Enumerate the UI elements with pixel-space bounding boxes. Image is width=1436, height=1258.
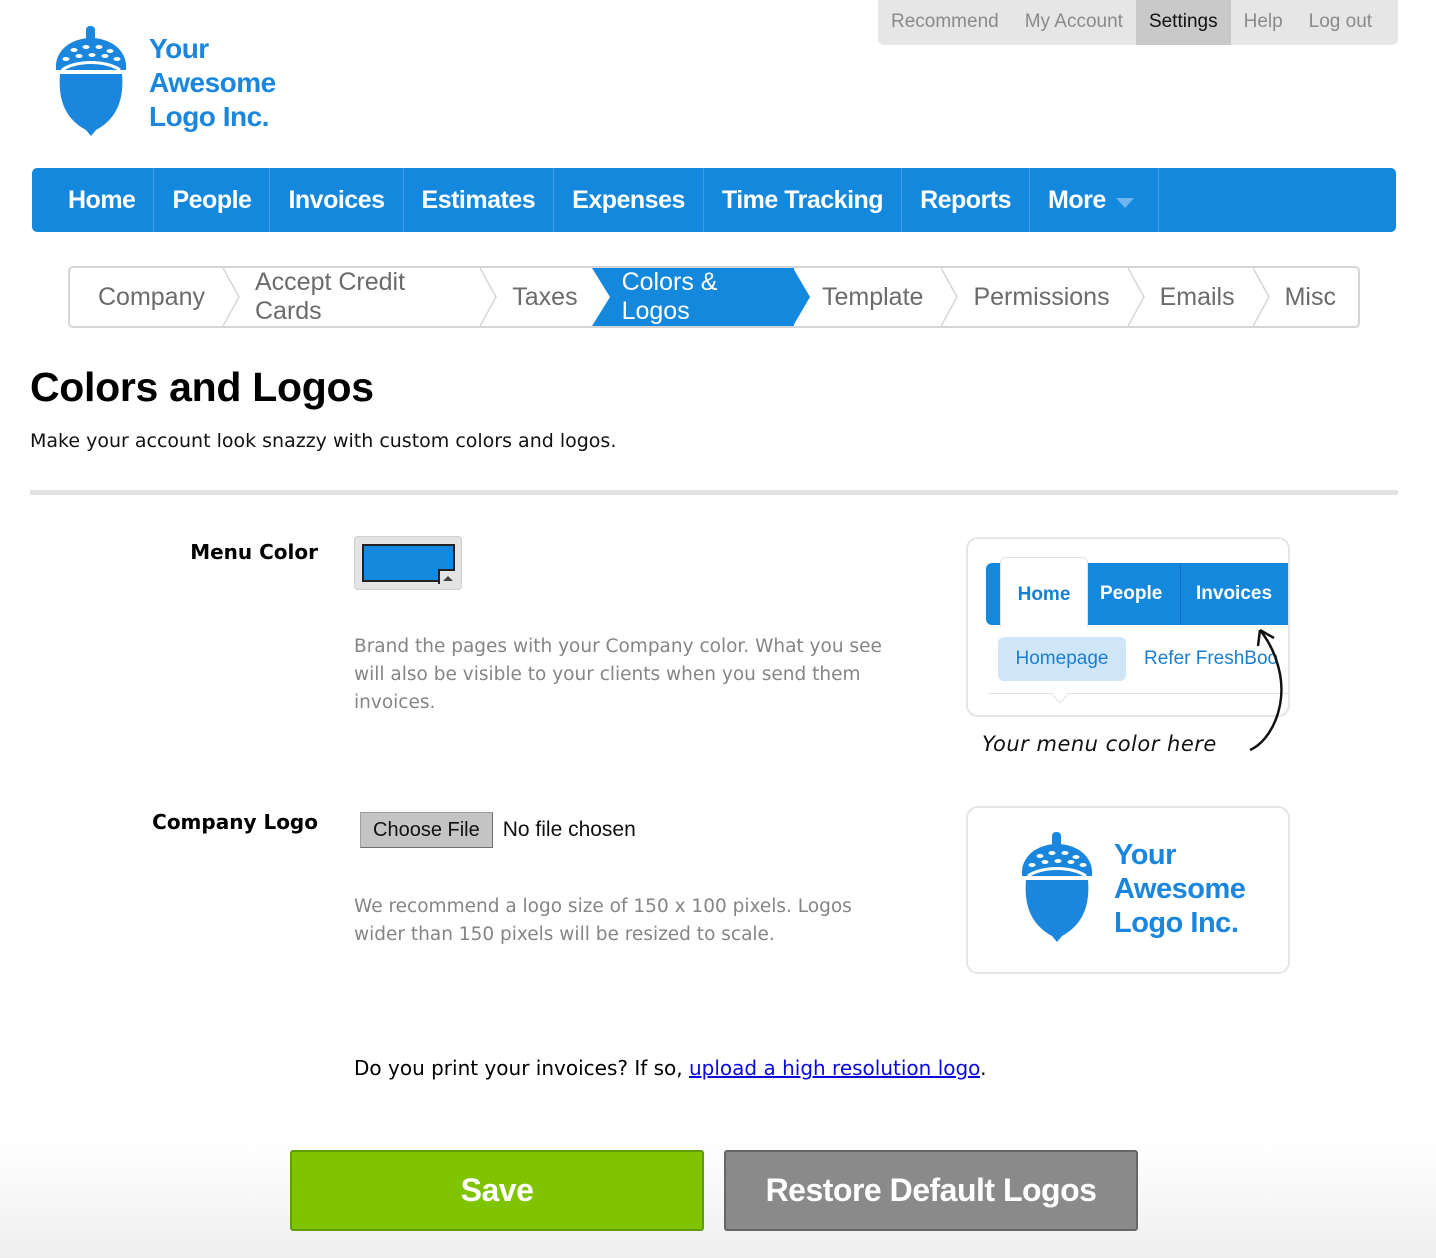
tab-arrow-right — [792, 268, 810, 326]
logo-text: Your Awesome Logo Inc. — [149, 33, 276, 132]
file-status: No file chosen — [502, 818, 636, 841]
nav-people[interactable]: People — [154, 168, 271, 232]
logo-preview: Your Awesome Logo Inc. — [966, 806, 1290, 974]
preview-nav-home: Home — [1000, 557, 1088, 627]
menu-color-help: Brand the pages with your Company color.… — [354, 636, 882, 713]
tab-template[interactable]: Template — [794, 268, 959, 326]
print-note: Do you print your invoices? If so, uploa… — [354, 1056, 987, 1080]
tab-colors-logos[interactable]: Colors & Logos — [591, 268, 810, 326]
util-nav-recommend[interactable]: Recommend — [878, 0, 1012, 45]
save-button[interactable]: Save — [290, 1150, 704, 1231]
tab-arrow-left — [591, 268, 610, 326]
company-logo[interactable]: Your Awesome Logo Inc. — [52, 26, 302, 138]
caret-down-icon — [1115, 198, 1134, 208]
tab-separator — [480, 268, 498, 326]
nav-reports[interactable]: Reports — [902, 168, 1031, 232]
util-nav-settings[interactable]: Settings — [1135, 0, 1231, 45]
preview-nav-separator — [1180, 563, 1181, 625]
tab-emails[interactable]: Emails — [1132, 268, 1270, 326]
restore-default-logos-button[interactable]: Restore Default Logos — [724, 1150, 1138, 1231]
util-nav-help[interactable]: Help — [1231, 0, 1296, 45]
utility-nav: Recommend My Account Settings Help Log o… — [878, 0, 1398, 45]
preview-nav-invoices: Invoices — [1196, 583, 1273, 604]
tab-separator — [941, 268, 959, 326]
preview-sub-homepage: Homepage — [998, 637, 1126, 681]
page-subtitle: Make your account look snazzy with custo… — [30, 430, 617, 452]
company-logo-label: Company Logo — [152, 810, 318, 834]
preview-nav-people: People — [1100, 583, 1163, 604]
menu-color-picker[interactable] — [354, 536, 462, 590]
nav-home[interactable]: Home — [32, 168, 155, 232]
company-logo-help: We recommend a logo size of 150 x 100 pi… — [354, 896, 852, 945]
preview-caption: Your menu color here — [982, 732, 1217, 756]
nav-more-label: More — [1048, 185, 1106, 214]
logo-preview-image: Your Awesome Logo Inc. — [1018, 832, 1278, 952]
tab-accept-credit-cards[interactable]: Accept Credit Cards — [227, 268, 498, 326]
tab-separator — [1127, 268, 1145, 326]
tab-permissions[interactable]: Permissions — [945, 268, 1145, 326]
tab-misc[interactable]: Misc — [1257, 268, 1358, 326]
tab-separator — [1252, 268, 1270, 326]
page-title: Colors and Logos — [30, 364, 374, 410]
tab-company[interactable]: Company — [70, 268, 240, 326]
util-nav-my-account[interactable]: My Account — [1012, 0, 1136, 45]
util-nav-logout[interactable]: Log out — [1296, 0, 1385, 45]
section-divider — [30, 490, 1398, 495]
curved-arrow-icon — [1249, 628, 1283, 752]
main-nav: Home People Invoices Estimates Expenses … — [32, 168, 1396, 232]
acorn-icon — [1021, 832, 1093, 942]
tab-taxes[interactable]: Taxes — [484, 268, 591, 326]
logo-file-input[interactable]: Choose File No file chosen — [360, 812, 636, 848]
logo-preview-text: Your Awesome Logo Inc. — [1114, 839, 1246, 939]
nav-estimates[interactable]: Estimates — [404, 168, 555, 232]
nav-more[interactable]: More — [1030, 168, 1159, 232]
nav-time-tracking[interactable]: Time Tracking — [704, 168, 903, 232]
preview-caret — [1051, 686, 1069, 704]
nav-invoices[interactable]: Invoices — [270, 168, 404, 232]
nav-expenses[interactable]: Expenses — [554, 168, 704, 232]
settings-tabs: Company Accept Credit Cards Taxes Colors… — [68, 266, 1360, 328]
footer-bar — [0, 1140, 1436, 1258]
upload-high-res-logo-link[interactable]: upload a high resolution logo — [689, 1056, 980, 1080]
tab-separator — [223, 268, 240, 326]
menu-color-label: Menu Color — [190, 540, 318, 564]
choose-file-button[interactable]: Choose File — [360, 812, 493, 848]
acorn-icon — [55, 26, 127, 136]
picker-toggle-icon — [438, 569, 455, 584]
